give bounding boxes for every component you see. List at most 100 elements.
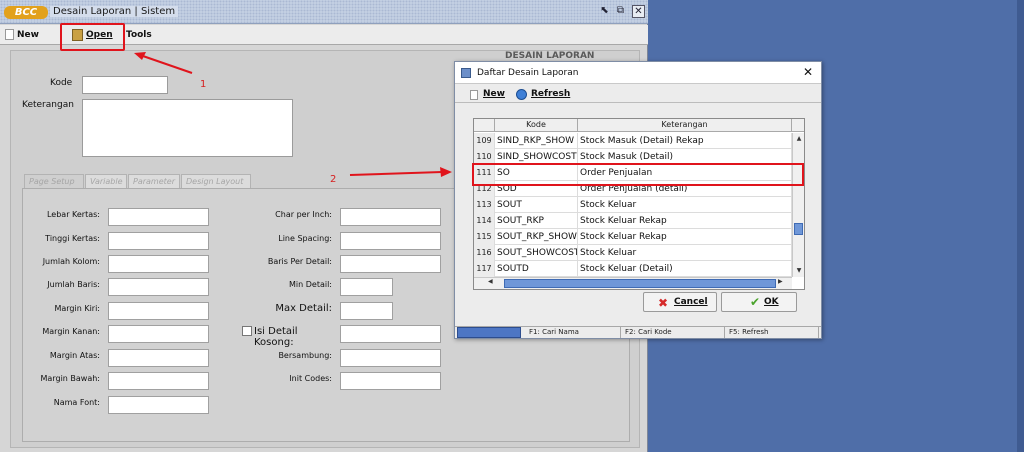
window-title: Desain Laporan | Sistem: [50, 6, 179, 17]
min-detail-label: Min Detail:: [289, 280, 332, 289]
margin-atas-label: Margin Atas:: [49, 351, 100, 360]
init-codes-label: Init Codes:: [289, 374, 332, 383]
row-number-header: [474, 119, 495, 132]
cancel-button[interactable]: ✖ Cancel: [643, 292, 717, 312]
jumlah-kolom-input[interactable]: [108, 255, 209, 273]
tab-variable[interactable]: Variable: [85, 174, 127, 188]
margin-kiri-label: Margin Kiri:: [54, 304, 100, 313]
kode-column-header[interactable]: Kode: [495, 119, 578, 132]
minimize-icon[interactable]: ⬉: [598, 5, 611, 18]
table-row[interactable]: 116 SOUT_SHOWCOST Stock Keluar: [474, 245, 792, 261]
new-button[interactable]: New: [5, 27, 39, 43]
table-body: 109 SIND_RKP_SHOW Stock Masuk (Detail) R…: [474, 133, 792, 277]
dialog-new-button[interactable]: New: [470, 89, 505, 100]
status-indicator: [457, 327, 521, 338]
horizontal-scroll-thumb[interactable]: [504, 279, 776, 288]
margin-bawah-label: Margin Bawah:: [40, 374, 100, 383]
table-row[interactable]: 115 SOUT_RKP_SHOW Stock Keluar Rekap: [474, 229, 792, 245]
status-f5-hint: F5: Refresh: [725, 327, 819, 338]
keterangan-cell: Stock Keluar Rekap: [578, 213, 792, 229]
dialog-title: Daftar Desain Laporan: [477, 68, 579, 78]
refresh-icon: [516, 89, 527, 100]
section-header: DESAIN LAPORAN: [505, 51, 595, 61]
scroll-up-icon[interactable]: ▲: [794, 135, 804, 142]
scroll-right-icon[interactable]: ▶: [778, 278, 783, 285]
vertical-scrollbar[interactable]: ▲ ▼: [792, 133, 804, 277]
ok-label: OK: [764, 297, 779, 307]
kode-cell: SOUT: [495, 197, 578, 213]
max-detail-label: Max Detail:: [275, 303, 332, 314]
kode-cell: SOUT_SHOWCOST: [495, 245, 578, 261]
max-detail-input[interactable]: [340, 302, 393, 320]
margin-kanan-input[interactable]: [108, 325, 209, 343]
keterangan-cell: Stock Keluar (Detail): [578, 261, 792, 277]
min-detail-input[interactable]: [340, 278, 393, 296]
main-titlebar[interactable]: BCC Desain Laporan | Sistem ⬉ ⧉ ✕: [0, 0, 648, 24]
keterangan-cell: Stock Keluar: [578, 245, 792, 261]
isi-detail-kosong-checkbox[interactable]: [242, 326, 252, 336]
table-row[interactable]: 113 SOUT Stock Keluar: [474, 197, 792, 213]
desktop-edge: [1017, 0, 1024, 452]
cancel-label: Cancel: [674, 297, 708, 307]
annotation-step-2: 2: [330, 174, 337, 185]
margin-kiri-input[interactable]: [108, 302, 209, 320]
bersambung-input[interactable]: [340, 349, 441, 367]
new-document-icon: [470, 90, 478, 100]
init-codes-input[interactable]: [340, 372, 441, 390]
status-f2-hint: F2: Cari Kode: [621, 327, 725, 338]
keterangan-column-header[interactable]: Keterangan: [578, 119, 792, 132]
checkmark-icon: ✔: [750, 295, 761, 309]
char-per-inch-label: Char per Inch:: [275, 210, 332, 219]
dialog-toolbar: New Refresh: [455, 85, 821, 103]
tab-page-setup[interactable]: Page Setup: [24, 174, 84, 188]
annotation-arrow-1: [134, 52, 193, 74]
tinggi-kertas-input[interactable]: [108, 232, 209, 250]
annotation-arrow-2: [349, 167, 452, 177]
vertical-scroll-thumb[interactable]: [794, 223, 803, 235]
table-row[interactable]: 114 SOUT_RKP Stock Keluar Rekap: [474, 213, 792, 229]
restore-icon[interactable]: ⧉: [614, 5, 627, 18]
new-document-icon: [5, 29, 14, 40]
nama-font-input[interactable]: [108, 396, 209, 414]
scroll-down-icon[interactable]: ▼: [794, 267, 804, 274]
line-spacing-input[interactable]: [340, 232, 441, 250]
laporan-table: Kode Keterangan 109 SIND_RKP_SHOW Stock …: [473, 118, 805, 290]
baris-per-detail-input[interactable]: [340, 255, 441, 273]
table-row[interactable]: 109 SIND_RKP_SHOW Stock Masuk (Detail) R…: [474, 133, 792, 149]
margin-bawah-input[interactable]: [108, 372, 209, 390]
dialog-app-icon: [461, 68, 471, 78]
row-number: 117: [474, 261, 495, 277]
tab-design-layout[interactable]: Design Layout: [181, 174, 251, 188]
lebar-kertas-input[interactable]: [108, 208, 209, 226]
jumlah-baris-input[interactable]: [108, 278, 209, 296]
table-row[interactable]: 117 SOUTD Stock Keluar (Detail): [474, 261, 792, 277]
annotation-step-1: 1: [200, 79, 207, 90]
margin-kanan-label: Margin Kanan:: [42, 327, 100, 336]
kode-input[interactable]: [82, 76, 168, 94]
margin-atas-input[interactable]: [108, 349, 209, 367]
horizontal-scrollbar[interactable]: ◀ ▶: [474, 277, 792, 289]
kode-cell: SOUTD: [495, 261, 578, 277]
refresh-button[interactable]: Refresh: [516, 89, 571, 100]
tab-parameter[interactable]: Parameter: [128, 174, 180, 188]
keterangan-cell: Stock Keluar: [578, 197, 792, 213]
ok-button[interactable]: ✔ OK: [721, 292, 797, 312]
refresh-label: Refresh: [531, 89, 571, 99]
keterangan-cell: Stock Masuk (Detail) Rekap: [578, 133, 792, 149]
dialog-new-label: New: [483, 89, 505, 99]
app-logo: BCC: [4, 6, 48, 19]
scroll-left-icon[interactable]: ◀: [488, 278, 493, 285]
tinggi-kertas-label: Tinggi Kertas:: [45, 234, 100, 243]
close-icon[interactable]: ✕: [801, 66, 815, 80]
nama-font-label: Nama Font:: [53, 398, 100, 407]
baris-per-detail-label: Baris Per Detail:: [267, 257, 332, 266]
isi-detail-kosong-input[interactable]: [340, 325, 441, 343]
status-f1-hint: F1: Cari Nama: [525, 327, 621, 338]
kode-cell: SOUT_RKP: [495, 213, 578, 229]
tools-menu[interactable]: Tools: [126, 27, 152, 43]
keterangan-textarea[interactable]: [82, 99, 293, 157]
bersambung-label: Bersambung:: [278, 351, 332, 360]
char-per-inch-input[interactable]: [340, 208, 441, 226]
dialog-titlebar[interactable]: Daftar Desain Laporan ✕: [455, 62, 821, 84]
close-icon[interactable]: ✕: [632, 5, 645, 18]
